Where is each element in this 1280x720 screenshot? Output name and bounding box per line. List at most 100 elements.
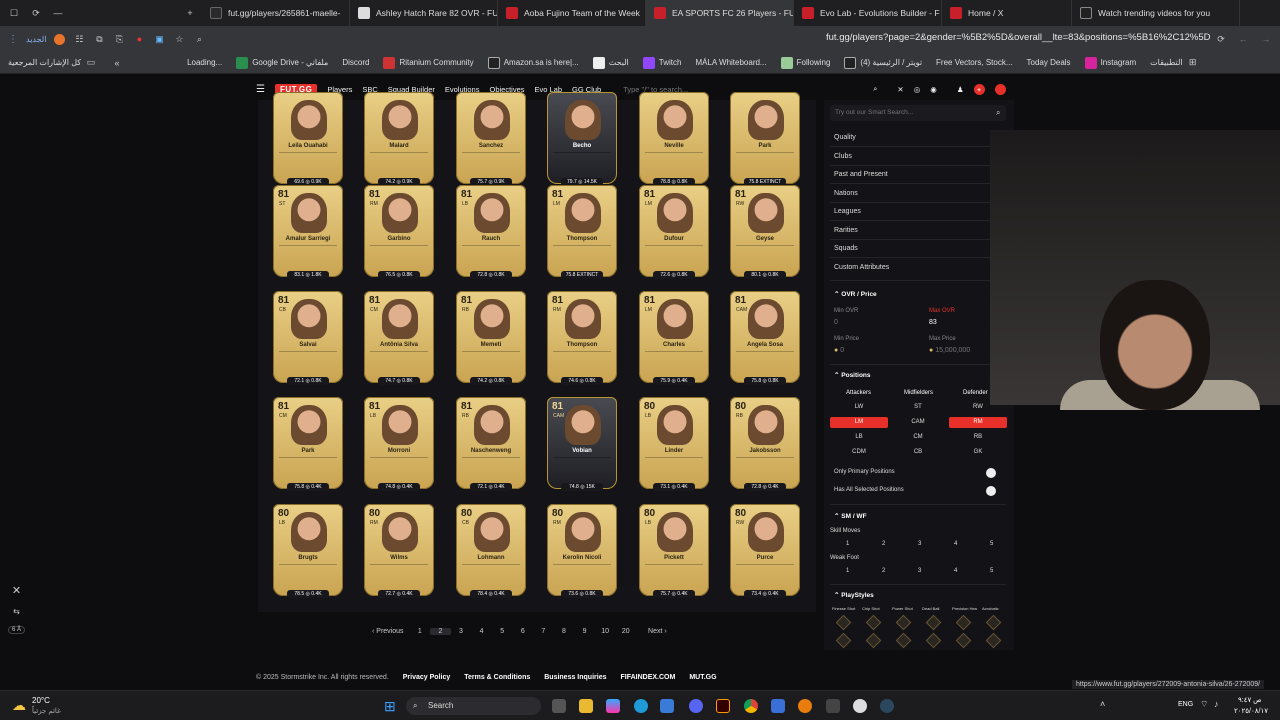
playstyle-icon[interactable]	[955, 614, 972, 631]
chrome-icon[interactable]	[744, 699, 758, 713]
weather-icon[interactable]: ☁	[12, 697, 26, 714]
url-input[interactable]: fut.gg/players?page=2&gender=%5B2%5D&ove…	[826, 32, 1211, 43]
max-price-input[interactable]: ● 15,000,000	[929, 347, 970, 354]
refresh-tab-icon[interactable]: ⟳	[30, 7, 42, 19]
weak-foot-1-button[interactable]: 1	[846, 568, 849, 574]
start-icon[interactable]: ⊞	[384, 698, 396, 715]
footer-privacy-link[interactable]: Privacy Policy	[403, 674, 450, 681]
playstyle-plus-icon[interactable]	[985, 632, 1002, 649]
min-price-input[interactable]: ● 0	[834, 347, 844, 354]
playstyle-plus-icon[interactable]	[835, 632, 852, 649]
playstyle-icon[interactable]	[835, 614, 852, 631]
player-card[interactable]: 81 LM Charles 75.9 ◎ 0.4K	[639, 291, 709, 385]
playstyle-plus-icon[interactable]	[895, 632, 912, 649]
bookmark-item[interactable]: Following	[780, 56, 830, 69]
tab-0[interactable]: fut.gg/players/265861-maelle-	[202, 0, 350, 26]
discord-social-icon[interactable]: ◉	[930, 85, 937, 94]
playstyle-icon[interactable]	[925, 614, 942, 631]
playstyle-plus-icon[interactable]	[955, 632, 972, 649]
calendar-app-icon[interactable]	[826, 699, 840, 713]
instagram-social-icon[interactable]: ◎	[914, 85, 921, 94]
next-button[interactable]: Next ›	[648, 628, 667, 635]
player-card[interactable]: 81 CM Antônia Silva 74.7 ◎ 0.8K	[364, 291, 434, 385]
filter-past-present[interactable]: Past and Present	[834, 171, 888, 178]
player-card[interactable]: 80 RM Wilms 72.7 ◎ 0.4K	[364, 504, 434, 598]
player-card[interactable]: 81 RB Memeti 74.2 ◎ 0.8K	[456, 291, 526, 385]
smart-search-input[interactable]: Try out our Smart Search...	[830, 105, 1006, 121]
filter-nations[interactable]: Nations	[834, 190, 858, 197]
max-ovr-input[interactable]: 83	[929, 319, 937, 326]
page-4-button[interactable]: 4	[471, 628, 492, 635]
bookmark-item[interactable]: Loading...	[187, 58, 222, 67]
history-icon[interactable]: ⧉	[93, 33, 105, 45]
footer-mutgg-link[interactable]: MUT.GG	[689, 674, 716, 681]
taskbar-search[interactable]: ⌕ Search	[406, 697, 541, 715]
favorite-star-icon[interactable]: ☆	[173, 33, 185, 45]
player-card[interactable]: 81 ST Amalur Sarriegi 83.1 ◎ 1.8K	[273, 185, 343, 279]
playstyle-plus-icon[interactable]	[925, 632, 942, 649]
position-cdm-button[interactable]: CDM	[830, 447, 888, 458]
tab-4[interactable]: Evo Lab - Evolutions Builder - F	[794, 0, 942, 26]
illustrator-icon[interactable]	[716, 699, 730, 713]
player-card[interactable]: 81 LB Morroni 74.8 ◎ 0.4K	[364, 397, 434, 491]
position-cm-button[interactable]: CM	[889, 432, 947, 443]
tab-6[interactable]: Watch trending videos for you	[1072, 0, 1240, 26]
wifi-icon[interactable]: ⌔	[1200, 699, 1208, 710]
hamburger-menu-icon[interactable]: ☰	[256, 84, 265, 95]
notifications-icon[interactable]: ♟	[957, 85, 964, 94]
filter-clubs[interactable]: Clubs	[834, 153, 852, 160]
weak-foot-5-button[interactable]: 5	[990, 568, 993, 574]
player-card[interactable]: Neville 78.8 ◎ 0.8K	[639, 92, 709, 186]
store-icon[interactable]	[660, 699, 674, 713]
clock-time[interactable]: ص ٩:٤٧	[1238, 696, 1262, 704]
smwf-header[interactable]: ⌃ SM / WF	[834, 512, 867, 520]
bookmark-item[interactable]: التطبيقات ⊞	[1150, 57, 1198, 69]
position-lb-button[interactable]: LB	[830, 432, 888, 443]
ovr-price-header[interactable]: ⌃ OVR / Price	[834, 290, 877, 298]
weather-temp[interactable]: 20°C	[32, 696, 50, 705]
app-icon[interactable]	[771, 699, 785, 713]
new-label[interactable]: الجديد	[26, 35, 46, 44]
midfielders-tab[interactable]: Midfielders	[904, 390, 933, 396]
position-cam-button[interactable]: CAM	[889, 417, 947, 428]
position-cb-button[interactable]: CB	[889, 447, 947, 458]
player-card[interactable]: 81 LB Rauch 72.8 ◎ 0.8K	[456, 185, 526, 279]
playstyle-icon[interactable]	[985, 614, 1002, 631]
filter-squads[interactable]: Squads	[834, 245, 858, 252]
footer-terms-link[interactable]: Terms & Conditions	[464, 674, 530, 681]
page-20-button[interactable]: 20	[615, 628, 636, 635]
steam-icon[interactable]	[880, 699, 894, 713]
search-icon[interactable]: ⌕	[873, 84, 877, 94]
new-tab-icon[interactable]: +	[184, 7, 196, 19]
player-card[interactable]: Leila Ouahabi 69.6 ◎ 0.9K	[273, 92, 343, 186]
add-icon[interactable]: +	[973, 83, 985, 95]
forward-icon[interactable]: →	[1260, 33, 1272, 45]
footer-business-link[interactable]: Business Inquiries	[544, 674, 606, 681]
attackers-tab[interactable]: Attackers	[846, 390, 871, 396]
min-ovr-input[interactable]: 0	[834, 319, 838, 326]
tab-3[interactable]: EA SPORTS FC 26 Players - FUT	[646, 0, 794, 26]
tab-groups-icon[interactable]: ☷	[73, 33, 85, 45]
bookmark-item[interactable]: «	[111, 57, 123, 69]
player-card[interactable]: 81 CB Salvai 72.1 ◎ 0.8K	[273, 291, 343, 385]
filter-custom-attributes[interactable]: Custom Attributes	[834, 264, 889, 271]
player-card[interactable]: 81 RW Geyse 80.1 ◎ 0.8K	[730, 185, 800, 279]
collections-icon[interactable]: ⎘	[113, 33, 125, 45]
page-5-button[interactable]: 5	[492, 628, 513, 635]
search-icon[interactable]: ⌕	[996, 108, 1000, 118]
player-card[interactable]: Becho 79.7 ◎ 14.5K	[547, 92, 617, 186]
extension-icon[interactable]	[54, 33, 66, 45]
player-card[interactable]: 81 CAM Angela Sosa 75.8 ◎ 0.8K	[730, 291, 800, 385]
player-card[interactable]: 81 RB Naschenweng 72.1 ◎ 0.4K	[456, 397, 526, 491]
close-icon[interactable]: ✕	[12, 584, 21, 597]
weak-foot-2-button[interactable]: 2	[882, 568, 885, 574]
reload-icon[interactable]: ⟳	[1215, 33, 1227, 45]
position-gk-button[interactable]: GK	[949, 447, 1007, 458]
previous-button[interactable]: ‹ Previous	[372, 628, 404, 635]
player-card[interactable]: 81 CM Park 75.8 ◎ 0.4K	[273, 397, 343, 491]
player-card[interactable]: 80 LB Brugts 78.5 ◎ 0.4K	[273, 504, 343, 598]
back-icon[interactable]: ←	[1237, 33, 1249, 45]
blender-icon[interactable]	[798, 699, 812, 713]
task-view-icon[interactable]	[552, 699, 566, 713]
player-card[interactable]: 81 CAM Vobian 74.8 ◎ 15K	[547, 397, 617, 491]
